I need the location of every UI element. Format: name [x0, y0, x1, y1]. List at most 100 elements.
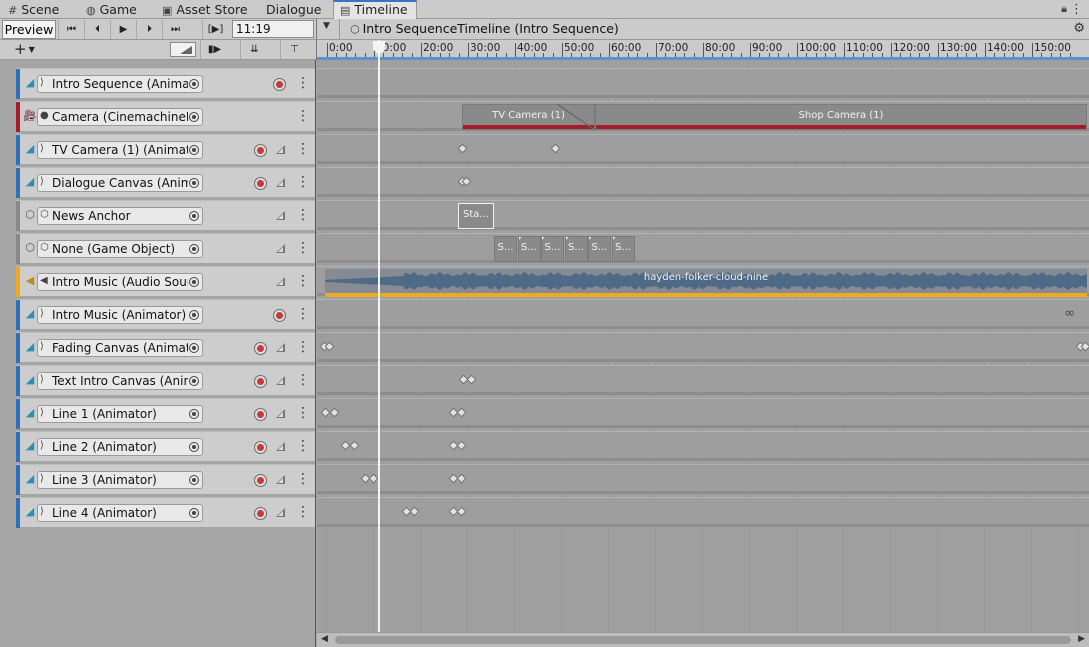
- curves-toggle-icon[interactable]: [274, 340, 288, 354]
- object-picker-icon[interactable]: [189, 409, 199, 419]
- record-button[interactable]: [273, 309, 286, 322]
- horizontal-scrollbar[interactable]: ◀ ▶: [317, 632, 1089, 647]
- track-header[interactable]: ◢ ⟩ TV Camera (1) (Animator) ⋮: [16, 134, 315, 165]
- keyframe-marker[interactable]: [456, 407, 467, 418]
- track-lane[interactable]: ∞: [317, 299, 1089, 329]
- track-binding-field[interactable]: ⟩ Line 1 (Animator): [37, 405, 203, 423]
- record-button[interactable]: [254, 408, 267, 421]
- clip-short[interactable]: S...: [564, 236, 588, 262]
- time-ruler[interactable]: 0:00 10:00 20:00 30:00 40:00 50:00 60:00 70:00 8…: [316, 40, 1089, 60]
- track-lane[interactable]: S... S... S... S... S... S...: [317, 233, 1089, 263]
- scrollbar-thumb[interactable]: [335, 636, 1071, 644]
- track-menu-icon[interactable]: ⋮: [296, 74, 310, 92]
- scroll-right-icon[interactable]: ▶: [1078, 634, 1085, 644]
- clip-short[interactable]: S...: [588, 236, 611, 262]
- track-binding-field[interactable]: ⟩ Line 3 (Animator): [37, 471, 203, 489]
- track-menu-icon[interactable]: ⋮: [296, 272, 310, 290]
- object-picker-icon[interactable]: [189, 508, 199, 518]
- object-picker-icon[interactable]: [189, 475, 199, 485]
- scroll-left-icon[interactable]: ◀: [321, 634, 328, 644]
- record-button[interactable]: [254, 375, 267, 388]
- keyframe-marker[interactable]: [550, 143, 561, 154]
- timeline-canvas[interactable]: TV Camera (1) Shop Camera (1) Sta... S... S.…: [317, 60, 1089, 632]
- curves-toggle-icon[interactable]: [274, 406, 288, 420]
- track-lane[interactable]: [317, 167, 1089, 197]
- keyframe-marker[interactable]: [456, 440, 467, 451]
- track-binding-field[interactable]: ⬡ None (Game Object): [37, 240, 203, 258]
- object-picker-icon[interactable]: [189, 211, 199, 221]
- track-menu-icon[interactable]: ⋮: [296, 470, 310, 488]
- object-picker-icon[interactable]: [189, 112, 199, 122]
- current-time-field[interactable]: 11:19: [232, 20, 314, 38]
- play-button[interactable]: ▶: [110, 20, 136, 39]
- track-menu-icon[interactable]: ⋮: [296, 107, 310, 125]
- track-lane[interactable]: hayden-folker-cloud-nine: [317, 266, 1089, 297]
- track-binding-field[interactable]: ◀ Intro Music (Audio Source): [37, 273, 203, 291]
- clip-short[interactable]: S...: [611, 236, 635, 262]
- track-lane[interactable]: [317, 431, 1089, 461]
- record-button[interactable]: [254, 144, 267, 157]
- breadcrumb-timeline[interactable]: ⬡ Intro SequenceTimeline (Intro Sequence): [350, 19, 619, 40]
- record-button[interactable]: [254, 342, 267, 355]
- tab-scene[interactable]: # Scene: [8, 0, 59, 19]
- previous-frame-button[interactable]: ⏴: [84, 20, 110, 39]
- chevron-down-icon[interactable]: ▼: [323, 21, 330, 31]
- track-lane[interactable]: [317, 497, 1089, 527]
- track-header[interactable]: ◢ ⟩ Line 1 (Animator) ⋮: [16, 398, 315, 429]
- object-picker-icon[interactable]: [189, 277, 199, 287]
- object-picker-icon[interactable]: [189, 178, 199, 188]
- record-button[interactable]: [273, 78, 286, 91]
- track-binding-field[interactable]: ⟩ Fading Canvas (Animator): [37, 339, 203, 357]
- track-header[interactable]: ◢ ⟩ Line 2 (Animator) ⋮: [16, 431, 315, 462]
- add-track-button[interactable]: + ▼: [14, 40, 50, 59]
- go-to-end-button[interactable]: ⏭: [162, 20, 188, 39]
- record-button[interactable]: [254, 441, 267, 454]
- track-header[interactable]: ◢ ⟩ Text Intro Canvas (Animator) ⋮: [16, 365, 315, 396]
- clip-audio[interactable]: hayden-folker-cloud-nine: [325, 269, 1087, 297]
- tab-game[interactable]: ◍ Game: [86, 0, 137, 19]
- record-button[interactable]: [254, 507, 267, 520]
- track-binding-field[interactable]: ⟩ Intro Sequence (Animator): [37, 75, 203, 93]
- clip-short[interactable]: S...: [494, 236, 517, 262]
- keyframe-marker[interactable]: [324, 341, 335, 352]
- track-binding-field[interactable]: ⟩ TV Camera (1) (Animator): [37, 141, 203, 159]
- track-menu-icon[interactable]: ⋮: [296, 305, 310, 323]
- track-header[interactable]: ⬡ ⬡ None (Game Object) ⋮: [16, 233, 315, 264]
- track-menu-icon[interactable]: ⋮: [296, 239, 310, 257]
- track-menu-icon[interactable]: ⋮: [296, 371, 310, 389]
- playhead-line[interactable]: [378, 40, 380, 632]
- keyframe-marker[interactable]: [466, 374, 477, 385]
- object-picker-icon[interactable]: [189, 442, 199, 452]
- object-picker-icon[interactable]: [189, 310, 199, 320]
- next-frame-button[interactable]: ⏵: [136, 20, 162, 39]
- track-lane[interactable]: TV Camera (1) Shop Camera (1): [317, 101, 1089, 131]
- mix-mode-button[interactable]: ▮▶: [200, 40, 228, 59]
- tab-timeline[interactable]: ▤ Timeline: [333, 0, 417, 19]
- track-header[interactable]: ◢ ⟩ Intro Music (Animator) ⋮: [16, 299, 315, 330]
- record-button[interactable]: [254, 474, 267, 487]
- keyframe-marker[interactable]: [329, 407, 340, 418]
- track-lane[interactable]: [317, 332, 1089, 362]
- clip-short[interactable]: S...: [517, 236, 541, 262]
- track-binding-field[interactable]: ⟩ Text Intro Canvas (Animator): [37, 372, 203, 390]
- track-binding-field[interactable]: ⟩ Intro Music (Animator): [37, 306, 203, 324]
- track-header[interactable]: ◀ ◀ Intro Music (Audio Source) ⋮: [16, 266, 315, 297]
- more-vertical-icon[interactable]: ⋮: [1070, 0, 1083, 19]
- curves-toggle-icon[interactable]: [274, 208, 288, 222]
- gear-icon[interactable]: ⚙: [1073, 19, 1085, 39]
- track-lane[interactable]: [317, 365, 1089, 395]
- clip-edit-mode-toggle[interactable]: [170, 42, 196, 57]
- track-menu-icon[interactable]: ⋮: [296, 404, 310, 422]
- track-lane[interactable]: [317, 68, 1089, 98]
- curves-toggle-icon[interactable]: [274, 505, 288, 519]
- track-lane[interactable]: [317, 464, 1089, 494]
- record-button[interactable]: [254, 177, 267, 190]
- go-to-start-button[interactable]: ⏮: [58, 20, 84, 39]
- tab-asset-store[interactable]: ▣ Asset Store: [162, 0, 248, 19]
- track-menu-icon[interactable]: ⋮: [296, 140, 310, 158]
- track-lane[interactable]: Sta...: [317, 200, 1089, 230]
- tab-dialogue[interactable]: Dialogue: [266, 0, 321, 19]
- curves-toggle-icon[interactable]: [274, 373, 288, 387]
- clip-shop-camera[interactable]: Shop Camera (1): [595, 104, 1087, 130]
- preview-button[interactable]: Preview: [2, 20, 56, 39]
